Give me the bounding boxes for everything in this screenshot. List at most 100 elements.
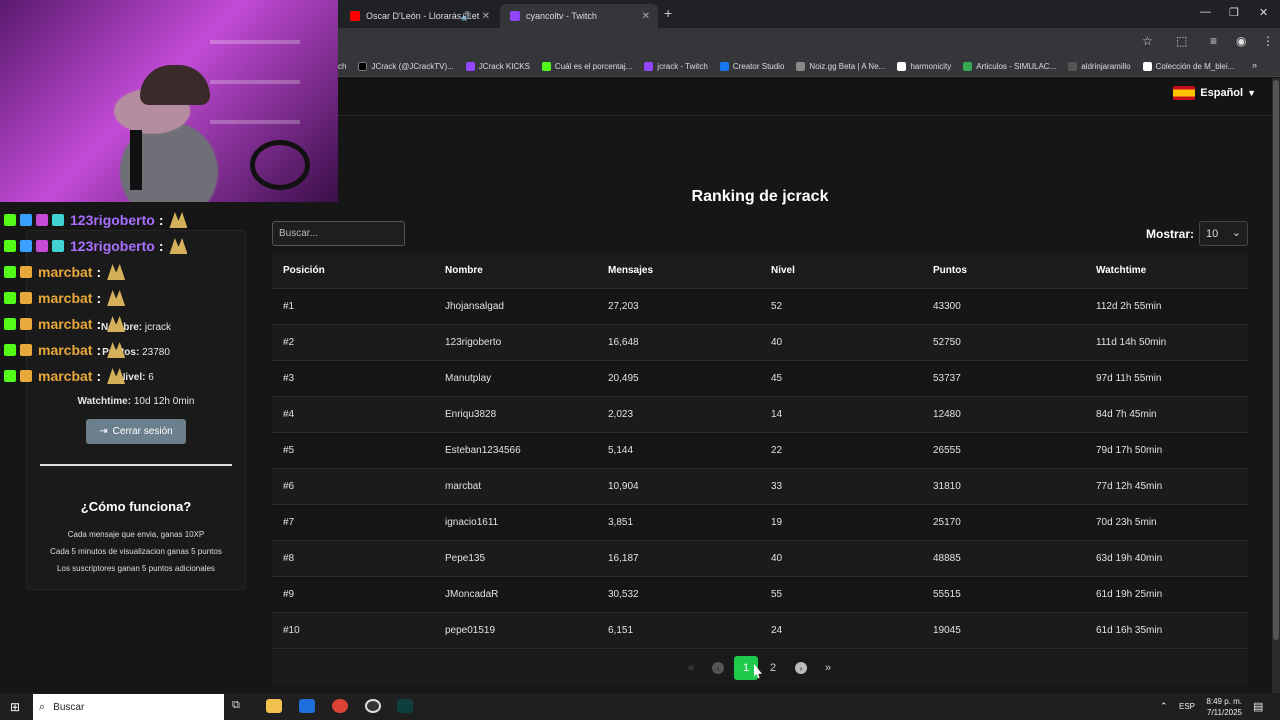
- cell-points: 12480: [933, 409, 961, 420]
- close-tab-icon[interactable]: ✕: [482, 11, 490, 22]
- speaker-icon: 🔊: [460, 10, 472, 21]
- file-explorer-icon[interactable]: [266, 699, 282, 713]
- kick-badge-icon: [4, 292, 16, 304]
- cell-name: pepe01519: [445, 625, 496, 636]
- column-header[interactable]: Nombre: [445, 253, 483, 289]
- crown-badge-icon: [20, 266, 32, 278]
- cell-points: 31810: [933, 481, 961, 492]
- how-it-works-title: ¿Cómo funciona?: [80, 499, 192, 514]
- restore-icon[interactable]: ❐: [1229, 6, 1239, 19]
- tray-language[interactable]: ESP: [1179, 702, 1195, 711]
- chat-message: marcbat:: [4, 340, 126, 360]
- search-input[interactable]: [272, 221, 405, 246]
- column-header[interactable]: Nivel: [771, 253, 795, 289]
- cell-name: Esteban1234566: [445, 445, 521, 456]
- prev-page-icon[interactable]: ‹: [707, 657, 729, 679]
- cell-level: 33: [771, 481, 783, 492]
- extensions-icon[interactable]: ⬚: [1176, 34, 1187, 48]
- kick-badge-icon: [4, 266, 16, 278]
- tray-clock[interactable]: 8:49 p. m. 7/11/2025: [1200, 696, 1242, 718]
- chrome-icon[interactable]: [332, 699, 348, 713]
- media-control-icon[interactable]: ≡: [1210, 34, 1217, 48]
- bookmark-item[interactable]: JCrack KICKS: [465, 61, 530, 71]
- cell-level: 40: [771, 337, 783, 348]
- new-tab-button[interactable]: +: [664, 5, 672, 21]
- cell-points: 25170: [933, 517, 961, 528]
- kick-badge-icon: [4, 370, 16, 382]
- cell-name: Manutplay: [445, 373, 492, 384]
- first-page-icon[interactable]: «: [680, 657, 702, 679]
- obs-icon[interactable]: [365, 699, 381, 713]
- column-header[interactable]: Mensajes: [608, 253, 653, 289]
- how-line: Los suscriptores ganan 5 puntos adiciona…: [57, 564, 215, 573]
- task-view-icon[interactable]: ⧉: [232, 699, 248, 713]
- last-page-icon[interactable]: »: [817, 657, 839, 679]
- tray-expand-icon[interactable]: ⌃: [1160, 701, 1168, 712]
- bookmark-item[interactable]: aldrinjaramillo: [1068, 61, 1131, 71]
- chat-message: marcbat:: [4, 366, 126, 386]
- cell-position: #4: [283, 409, 295, 420]
- profile-icon[interactable]: ◉: [1236, 34, 1246, 48]
- page-button[interactable]: 2: [762, 657, 784, 679]
- cell-points: 19045: [933, 625, 961, 636]
- column-header[interactable]: Posición: [283, 253, 325, 289]
- bookmark-item[interactable]: Noiz.gg Beta | A Ne...: [796, 61, 885, 71]
- cell-watchtime: 97d 11h 55min: [1096, 373, 1162, 384]
- taskbar-search[interactable]: ⌕ Buscar: [33, 694, 224, 720]
- cell-position: #7: [283, 517, 295, 528]
- page-size-select[interactable]: 10 ⌄: [1199, 221, 1248, 246]
- bookmark-item[interactable]: JCrack (@JCrackTV)...: [358, 61, 454, 71]
- chat-message: marcbat:: [4, 314, 126, 334]
- crown-badge-icon: [20, 292, 32, 304]
- bookmark-item[interactable]: ch: [338, 62, 346, 71]
- facebook-icon: [719, 61, 729, 71]
- browser-tab-active[interactable]: cyancoltv - Twitch ✕: [500, 4, 658, 28]
- minimize-icon[interactable]: —: [1200, 6, 1211, 18]
- language-selector[interactable]: Español ▼: [1173, 86, 1256, 100]
- cell-points: 43300: [933, 301, 961, 312]
- bookmark-item[interactable]: Colección de M_blei...: [1142, 61, 1234, 71]
- column-header[interactable]: Watchtime: [1096, 253, 1146, 289]
- cell-level: 45: [771, 373, 783, 384]
- menu-icon[interactable]: ⋮: [1262, 34, 1274, 48]
- close-tab-icon[interactable]: ✕: [642, 11, 650, 22]
- bookmark-item[interactable]: Cuál es el porcentaj...: [541, 61, 632, 71]
- chat-username: 123rigoberto: [70, 238, 155, 254]
- cell-watchtime: 70d 23h 5min: [1096, 517, 1157, 528]
- bookmark-item[interactable]: harmonicity: [897, 61, 951, 71]
- chat-username: marcbat: [38, 368, 93, 384]
- tray-date: 7/11/2025: [1207, 708, 1242, 717]
- next-page-icon[interactable]: ›: [790, 657, 812, 679]
- scrollbar-thumb[interactable]: [1273, 80, 1279, 640]
- divider: [40, 464, 232, 466]
- x-icon: [358, 61, 368, 71]
- table-row: #5 Esteban1234566 5,144 22 26555 79d 17h 50mi…: [272, 433, 1248, 469]
- table-row: #4 Enriqu3828 2,023 14 12480 84d 7h 45min: [272, 397, 1248, 433]
- browser-tab[interactable]: Oscar D'León - Llorarás (Let 🔊 ✕: [340, 4, 498, 28]
- windows-start-icon[interactable]: ⊞: [10, 700, 20, 714]
- noiz-icon: [796, 61, 806, 71]
- notifications-icon[interactable]: ▤: [1253, 700, 1263, 713]
- crown-badge-icon: [20, 344, 32, 356]
- crown-badge-icon: [20, 318, 32, 330]
- harmonicity-icon: [897, 61, 907, 71]
- logout-button[interactable]: ⇥ Cerrar sesión: [86, 419, 186, 444]
- more-bookmarks-icon[interactable]: »: [1252, 60, 1257, 70]
- badge-icon: [52, 240, 64, 252]
- emote-icon: [107, 316, 126, 332]
- bookmark-item[interactable]: Articulos - SIMULAC...: [963, 61, 1056, 71]
- cell-points: 55515: [933, 589, 961, 600]
- column-header[interactable]: Puntos: [933, 253, 967, 289]
- window-close-icon[interactable]: ✕: [1259, 6, 1268, 19]
- user-watchtime: Watchtime: 10d 12h 0min: [77, 396, 195, 407]
- emote-icon: [107, 368, 126, 384]
- cell-name: 123rigoberto: [445, 337, 502, 348]
- badge-icon: [20, 240, 32, 252]
- bookmark-item[interactable]: jcrack - Twitch: [644, 61, 708, 71]
- emote-icon: [107, 264, 126, 280]
- outlook-icon[interactable]: [299, 699, 315, 713]
- audio-app-icon[interactable]: [397, 699, 413, 713]
- cell-position: #3: [283, 373, 295, 384]
- bookmark-star-icon[interactable]: ☆: [1142, 34, 1153, 48]
- bookmark-item[interactable]: Creator Studio: [719, 61, 784, 71]
